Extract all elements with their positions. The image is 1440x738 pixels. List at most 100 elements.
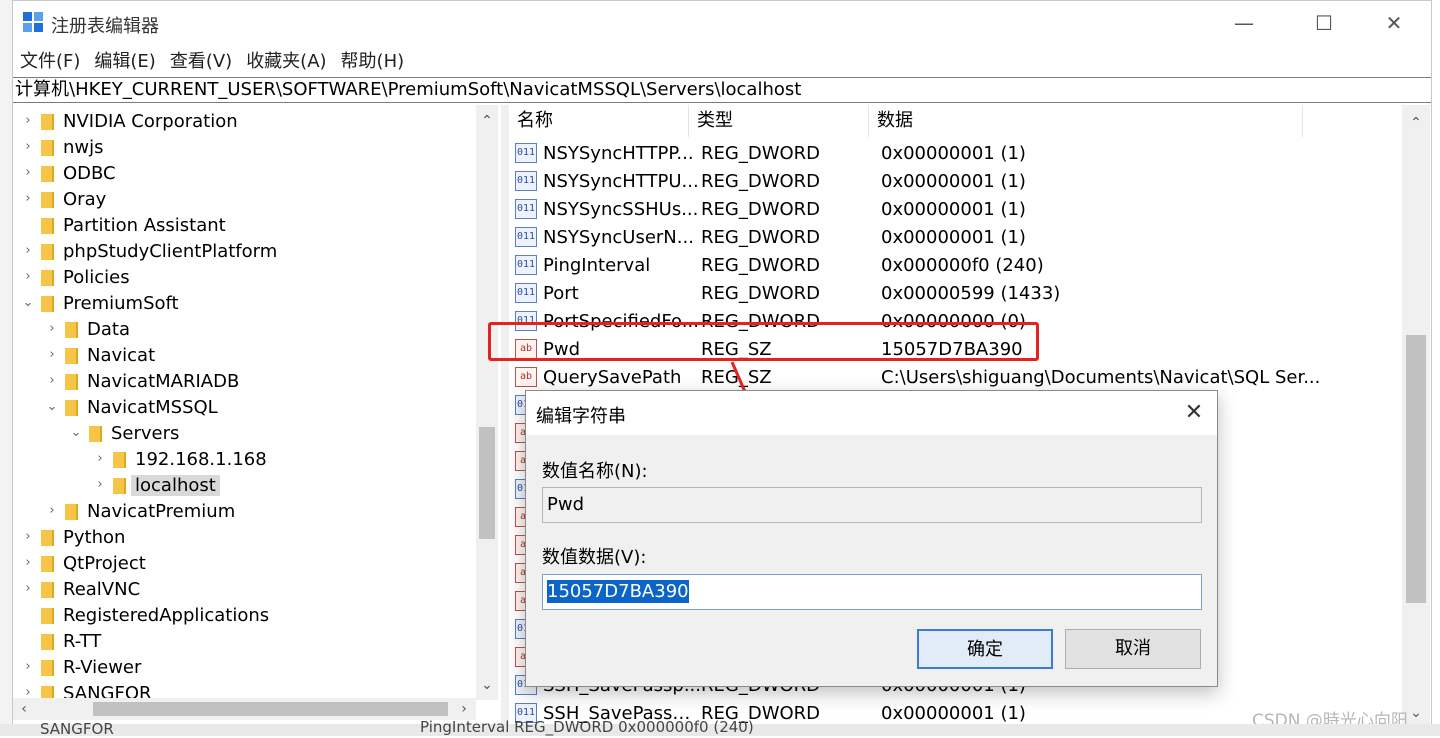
scroll-down-arrow-icon[interactable]: ⌄ xyxy=(476,675,498,695)
chevron-right-icon[interactable]: › xyxy=(21,556,35,570)
pane-splitter[interactable] xyxy=(501,105,509,725)
chevron-right-icon[interactable]: › xyxy=(45,348,59,362)
tree-item[interactable]: ⌄ NavicatMSSQL xyxy=(45,394,218,420)
window-title: 注册表编辑器 xyxy=(51,16,159,37)
chevron-right-icon[interactable]: › xyxy=(45,374,59,388)
tree-vertical-scrollbar[interactable]: ⌃ ⌄ xyxy=(476,105,498,700)
chevron-down-icon[interactable]: ⌄ xyxy=(45,400,59,414)
value-row[interactable]: 011 PingInterval REG_DWORD 0x000000f0 (240) xyxy=(509,251,1321,279)
tree-item[interactable]: › Policies xyxy=(21,264,129,290)
folder-icon xyxy=(41,138,55,156)
value-data: 0x00000001 (1) xyxy=(881,198,1026,220)
tree-scroll-thumb[interactable] xyxy=(479,427,495,539)
tree-item[interactable]: › QtProject xyxy=(21,550,145,576)
tree-item[interactable]: › SANGFOR xyxy=(21,680,152,700)
dialog-close-icon[interactable]: ✕ xyxy=(1179,399,1209,427)
tree-item[interactable]: › Navicat xyxy=(45,342,155,368)
tree-item[interactable]: › nwjs xyxy=(21,134,103,160)
chevron-right-icon[interactable]: › xyxy=(21,192,35,206)
chevron-right-icon[interactable]: › xyxy=(21,114,35,128)
tree-item[interactable]: › NavicatPremium xyxy=(45,498,235,524)
value-row[interactable]: 011 NSYSyncSSHUs... REG_DWORD 0x00000001 (1… xyxy=(509,195,1321,223)
chevron-right-icon[interactable]: › xyxy=(21,530,35,544)
tree-item-label: NavicatMSSQL xyxy=(87,396,218,418)
menu-view[interactable]: 查看(V) xyxy=(163,47,239,73)
tree-item[interactable]: › NavicatMARIADB xyxy=(45,368,239,394)
tree-item[interactable]: Partition Assistant xyxy=(21,212,226,238)
tree-item[interactable]: › 192.168.1.168 xyxy=(93,446,267,472)
value-name-label: 数值名称(N): xyxy=(542,461,648,482)
tree-item[interactable]: ⌄ Servers xyxy=(69,420,180,446)
binary-value-icon: 011 xyxy=(515,171,537,191)
tree-item[interactable]: › ODBC xyxy=(21,160,116,186)
key-tree: › NVIDIA Corporation › nwjs › ODBC › Oray Partit… xyxy=(13,105,501,700)
menu-file[interactable]: 文件(F) xyxy=(13,47,87,73)
tree-item-label: R-Viewer xyxy=(63,656,142,678)
chevron-right-icon[interactable]: › xyxy=(45,504,59,518)
tree-item[interactable]: ⌄ PremiumSoft xyxy=(21,290,179,316)
chevron-right-icon[interactable]: › xyxy=(21,140,35,154)
menu-edit[interactable]: 编辑(E) xyxy=(87,47,162,73)
value-data-selected-text: 15057D7BA390 xyxy=(547,580,689,603)
folder-icon xyxy=(65,320,79,338)
address-bar[interactable]: 计算机\HKEY_CURRENT_USER\SOFTWARE\PremiumSo… xyxy=(13,77,1431,103)
tree-item-label: 192.168.1.168 xyxy=(135,448,267,470)
tree-item[interactable]: RegisteredApplications xyxy=(21,602,269,628)
ok-button[interactable]: 确定 xyxy=(917,629,1053,669)
scroll-left-arrow-icon[interactable]: ‹ xyxy=(13,699,35,719)
tree-item[interactable]: › Data xyxy=(45,316,130,342)
chevron-right-icon[interactable]: › xyxy=(93,452,107,466)
value-row[interactable]: 011 NSYSyncHTTPP... REG_DWORD 0x00000001 (1… xyxy=(509,139,1321,167)
chevron-right-icon[interactable]: › xyxy=(21,582,35,596)
chevron-right-icon[interactable]: › xyxy=(93,478,107,492)
tree-item[interactable]: › localhost xyxy=(93,472,220,498)
tree-hscroll-thumb[interactable] xyxy=(93,702,448,716)
list-vertical-scrollbar[interactable]: ⌃ ⌄ xyxy=(1402,105,1430,725)
binary-value-icon: 011 xyxy=(515,227,537,247)
list-scroll-down-icon[interactable]: ⌄ xyxy=(1405,703,1427,723)
value-row[interactable]: ab QuerySavePath REG_SZ C:\Users\shiguang\D… xyxy=(509,363,1321,391)
value-name: NSYSyncUserN... xyxy=(543,226,694,248)
minimize-button[interactable]: — xyxy=(1221,7,1267,39)
tree-item-label: NavicatMARIADB xyxy=(87,370,240,392)
close-button[interactable]: ✕ xyxy=(1371,7,1417,39)
tree-item-label: ODBC xyxy=(63,162,116,184)
tree-item[interactable]: › phpStudyClientPlatform xyxy=(21,238,277,264)
value-row[interactable]: 011 NSYSyncHTTPU... REG_DWORD 0x00000001 (1… xyxy=(509,167,1321,195)
tree-item[interactable]: › NVIDIA Corporation xyxy=(21,108,237,134)
value-data-field[interactable]: 15057D7BA390 xyxy=(542,574,1202,610)
value-name: Port xyxy=(543,282,579,304)
tree-horizontal-scrollbar[interactable]: ‹ › xyxy=(13,698,476,720)
tree-item[interactable]: › Oray xyxy=(21,186,106,212)
tree-item[interactable]: R-TT xyxy=(21,628,101,654)
tree-item[interactable]: › Python xyxy=(21,524,125,550)
chevron-right-icon[interactable]: › xyxy=(21,660,35,674)
chevron-right-icon[interactable]: › xyxy=(45,322,59,336)
tree-item[interactable]: › RealVNC xyxy=(21,576,140,602)
scroll-right-arrow-icon[interactable]: › xyxy=(453,699,475,719)
column-name-header[interactable]: 名称 xyxy=(509,105,689,137)
column-data-header[interactable]: 数据 xyxy=(869,105,1303,137)
registry-app-icon xyxy=(23,12,45,34)
scroll-up-arrow-icon[interactable]: ⌃ xyxy=(476,111,498,131)
chevron-down-icon[interactable]: ⌄ xyxy=(69,426,83,440)
background-window-edge xyxy=(0,0,12,736)
list-scroll-up-icon[interactable]: ⌃ xyxy=(1405,113,1427,133)
list-scroll-thumb[interactable] xyxy=(1406,335,1426,603)
cancel-button[interactable]: 取消 xyxy=(1065,629,1201,669)
maximize-button[interactable]: ☐ xyxy=(1301,7,1347,39)
chevron-right-icon[interactable]: › xyxy=(21,244,35,258)
chevron-down-icon[interactable]: ⌄ xyxy=(21,296,35,310)
value-name-field[interactable]: Pwd xyxy=(542,487,1202,523)
value-row[interactable]: 011 NSYSyncUserN... REG_DWORD 0x00000001 (1… xyxy=(509,223,1321,251)
menu-favorites[interactable]: 收藏夹(A) xyxy=(239,47,333,73)
tree-item[interactable]: › R-Viewer xyxy=(21,654,141,680)
value-name: NSYSyncSSHUs... xyxy=(543,198,699,220)
menu-help[interactable]: 帮助(H) xyxy=(334,47,412,73)
column-type-header[interactable]: 类型 xyxy=(689,105,869,137)
binary-value-icon: 011 xyxy=(515,255,537,275)
value-row[interactable]: 011 Port REG_DWORD 0x00000599 (1433) xyxy=(509,279,1321,307)
chevron-right-icon[interactable]: › xyxy=(21,270,35,284)
tree-item-label: Servers xyxy=(111,422,180,444)
chevron-right-icon[interactable]: › xyxy=(21,166,35,180)
